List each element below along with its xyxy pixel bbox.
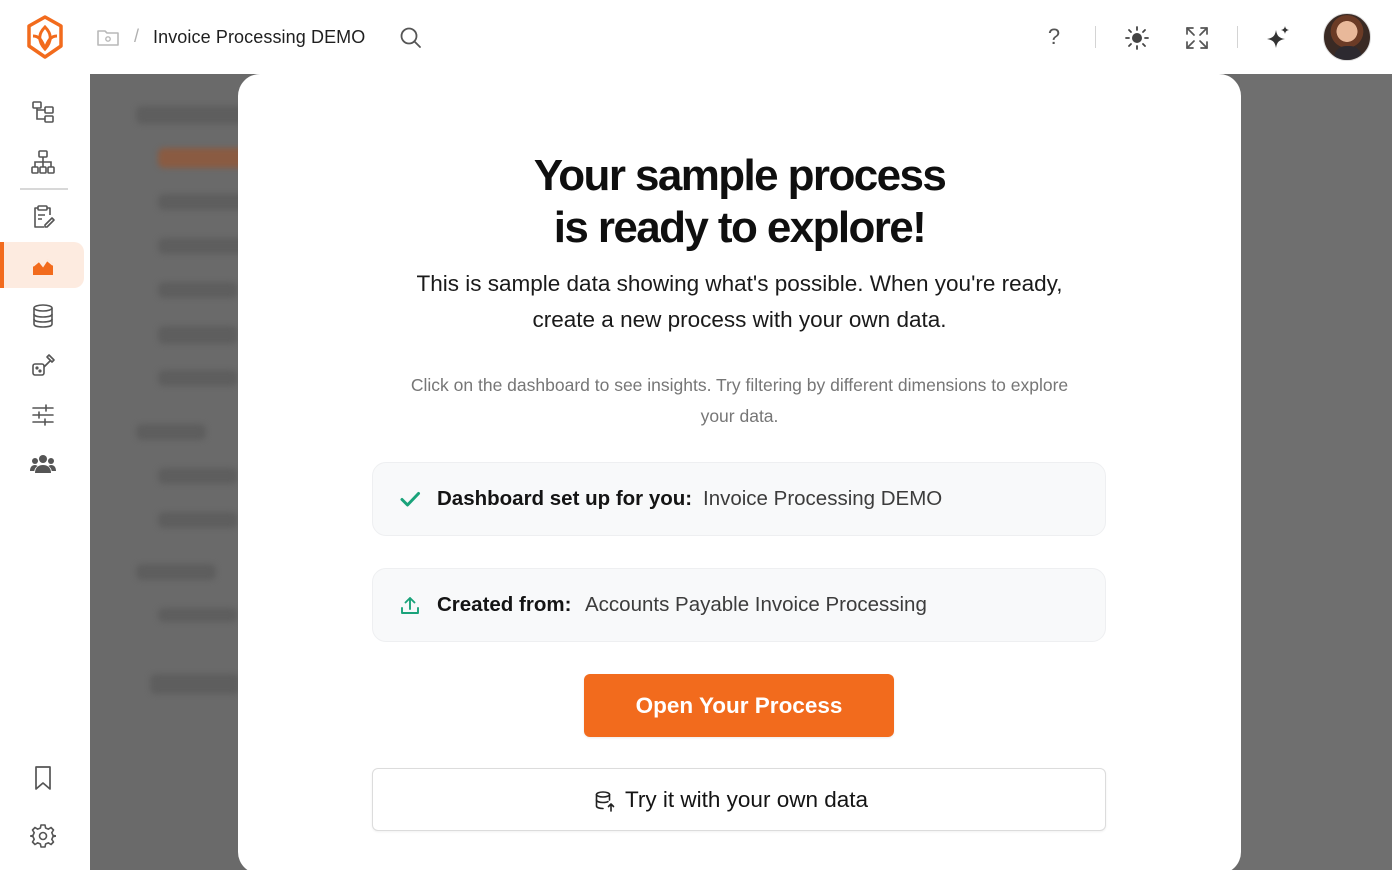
- ai-sparkle-icon[interactable]: [1264, 24, 1292, 52]
- blurred-content: [136, 564, 216, 580]
- sidebar-item-team[interactable]: [0, 440, 84, 486]
- integrations-icon: [32, 354, 55, 376]
- process-title[interactable]: Invoice Processing DEMO: [153, 27, 365, 48]
- open-process-button[interactable]: Open Your Process: [584, 674, 894, 737]
- source-card-value: Accounts Payable Invoice Processing: [585, 593, 927, 616]
- blurred-content: [158, 194, 248, 210]
- users-icon: [30, 455, 56, 473]
- clipboard-edit-icon: [34, 205, 55, 228]
- blurred-content: [158, 468, 238, 484]
- sidebar-item-tasks[interactable]: [0, 193, 84, 239]
- blurred-content: [158, 326, 238, 344]
- blurred-content: [158, 282, 238, 298]
- dashboard-card-value: Invoice Processing DEMO: [703, 487, 943, 510]
- blurred-content: [158, 370, 238, 386]
- source-card-label: Created from:: [437, 593, 572, 616]
- app-logo-icon[interactable]: [24, 14, 66, 60]
- blurred-content: [136, 424, 206, 440]
- sidebar-item-data[interactable]: [0, 292, 84, 338]
- modal-hint-line: Click on the dashboard to see insights. …: [410, 375, 1069, 395]
- database-upload-icon: [595, 791, 615, 812]
- bookmark-icon: [35, 766, 51, 790]
- modal-title-line: is ready to explore!: [553, 203, 927, 252]
- folder-icon[interactable]: [96, 26, 120, 48]
- sidebar-item-settings[interactable]: [0, 812, 84, 858]
- blurred-content: [158, 608, 238, 622]
- dashboard-icon: [32, 258, 54, 275]
- blurred-content: [136, 106, 246, 124]
- blurred-content: [158, 148, 248, 168]
- sidebar: [0, 74, 90, 870]
- sample-process-modal: Your sample process is ready to explore!…: [238, 74, 1241, 874]
- fullscreen-icon[interactable]: [1184, 25, 1210, 51]
- modal-subtitle-line: This is sample data showing what's possi…: [416, 271, 1063, 296]
- sidebar-item-dashboard[interactable]: [0, 242, 84, 288]
- dashboard-card-label: Dashboard set up for you:: [437, 487, 693, 510]
- source-info-card: Created from: Accounts Payable Invoice P…: [372, 568, 1106, 642]
- modal-title: Your sample process is ready to explore!: [238, 150, 1241, 254]
- try-own-data-button[interactable]: Try it with your own data: [372, 768, 1106, 831]
- modal-hint: Click on the dashboard to see insights. …: [368, 370, 1111, 432]
- theme-toggle-icon[interactable]: [1124, 25, 1150, 51]
- modal-hint-line: your data.: [700, 406, 779, 426]
- modal-title-line: Your sample process: [533, 151, 947, 200]
- check-icon: [400, 492, 420, 507]
- blurred-content: [158, 512, 238, 528]
- sidebar-divider: [20, 188, 68, 190]
- sidebar-item-bookmarks[interactable]: [0, 754, 84, 800]
- help-icon[interactable]: ?: [1042, 24, 1066, 52]
- sidebar-item-hierarchy[interactable]: [0, 88, 84, 134]
- breadcrumb-separator: /: [134, 26, 140, 46]
- sliders-icon: [32, 404, 54, 426]
- toolbar-divider: [1095, 26, 1096, 48]
- search-icon[interactable]: [398, 25, 424, 51]
- modal-subtitle-line: create a new process with your own data.: [532, 307, 947, 332]
- try-own-data-label: Try it with your own data: [625, 787, 869, 812]
- toolbar-divider: [1237, 26, 1238, 48]
- settings-icon: [30, 824, 56, 848]
- sidebar-item-settings-filters[interactable]: [0, 391, 84, 437]
- org-chart-icon: [31, 150, 55, 174]
- upload-icon: [401, 597, 419, 614]
- hierarchy-icon: [32, 101, 54, 123]
- top-bar: / Invoice Processing DEMO ?: [0, 0, 1392, 74]
- database-icon: [33, 304, 53, 328]
- dashboard-info-card: Dashboard set up for you: Invoice Proces…: [372, 462, 1106, 536]
- user-avatar[interactable]: [1323, 13, 1371, 61]
- sidebar-item-integrations[interactable]: [0, 342, 84, 388]
- blurred-content: [158, 238, 248, 254]
- modal-subtitle: This is sample data showing what's possi…: [238, 266, 1241, 338]
- sidebar-item-process-map[interactable]: [0, 138, 84, 184]
- blurred-content: [150, 674, 240, 694]
- blurred-panel: [1240, 74, 1392, 870]
